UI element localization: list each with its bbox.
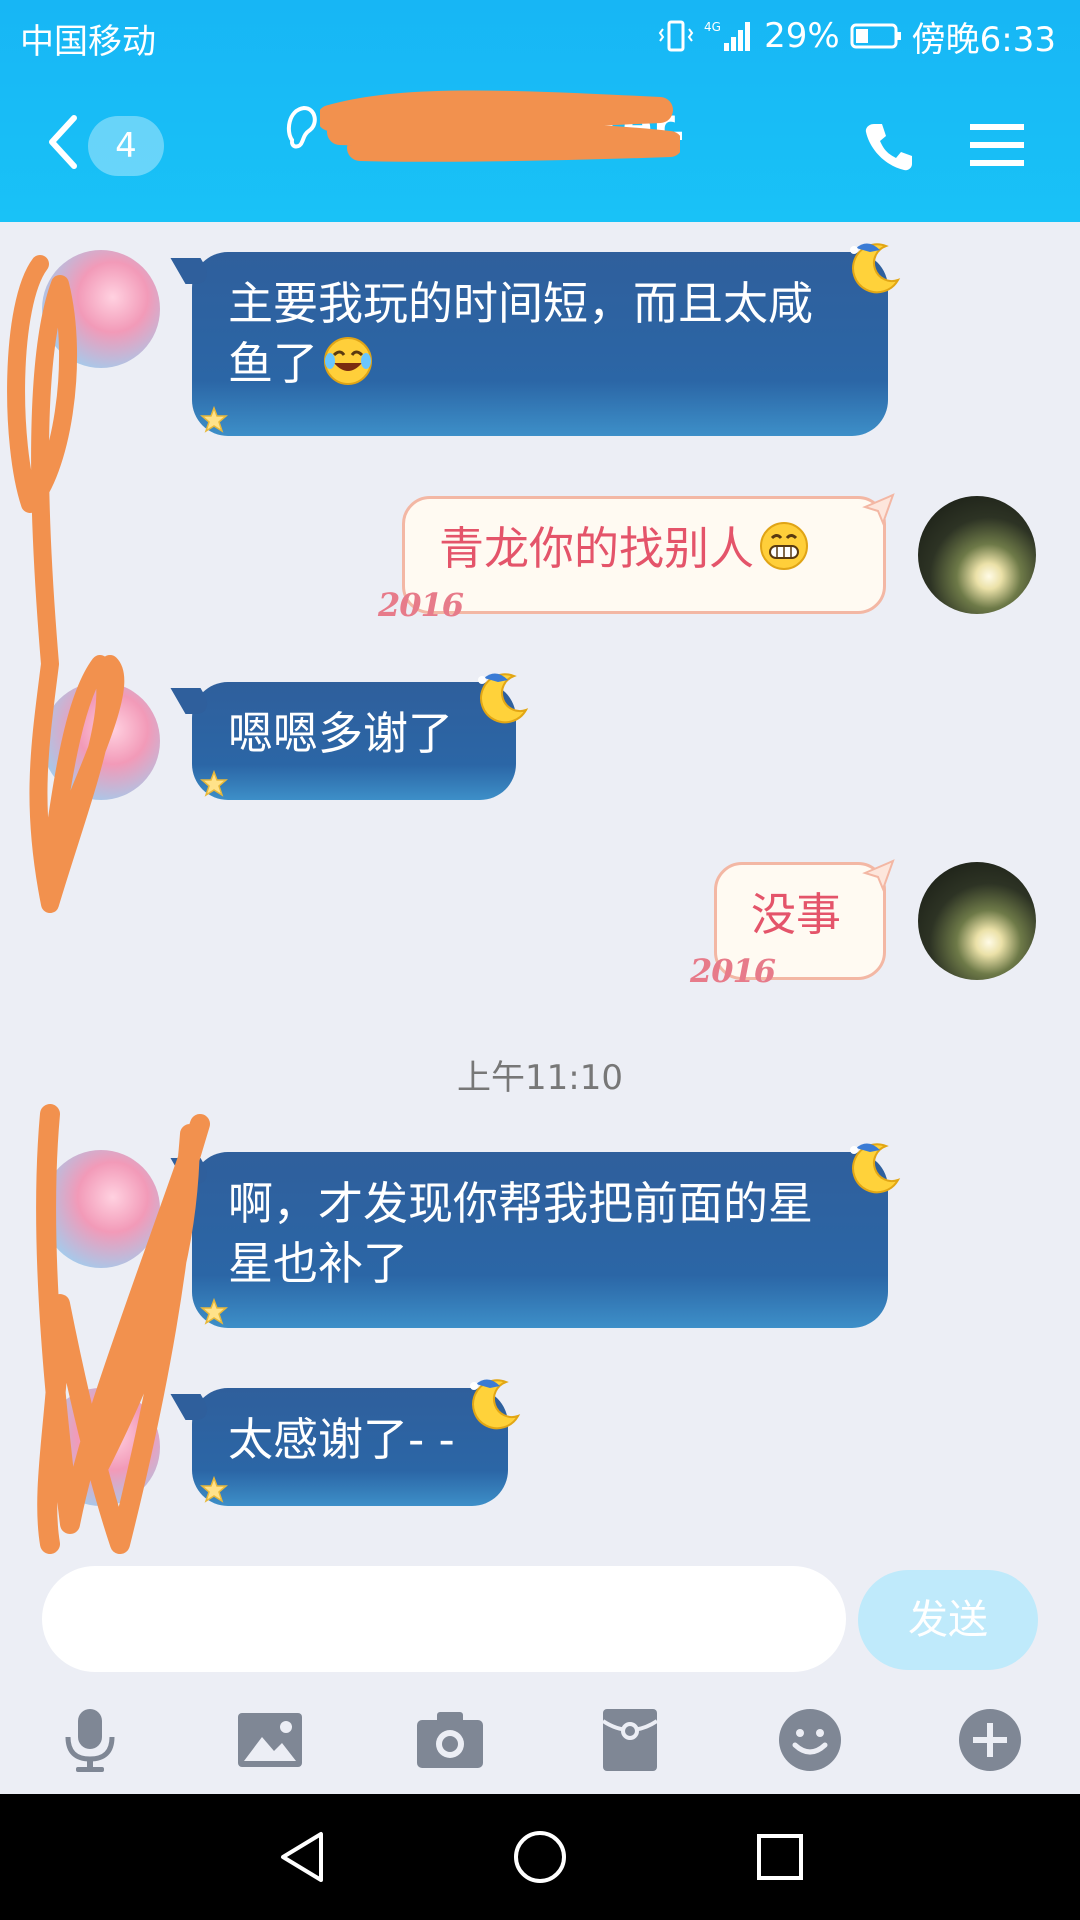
year-2016-decoration: 2016 <box>690 952 776 990</box>
star-decoration-icon <box>200 406 228 433</box>
clock: 傍晚6:33 <box>911 19 1056 60</box>
red-packet-icon[interactable] <box>580 1690 680 1790</box>
battery-percent: 29% <box>764 16 840 56</box>
message-bubble-incoming[interactable]: 主要我玩的时间短，而且太咸鱼了 <box>192 243 901 436</box>
unread-count-badge[interactable]: 4 <box>88 116 164 176</box>
message-bubble-outgoing[interactable]: 青龙你的找别人 <box>402 493 895 614</box>
signal-icon: 4G <box>704 19 754 53</box>
phone-call-icon[interactable] <box>862 120 916 174</box>
laughing-crying-emoji-icon <box>322 335 374 402</box>
earpiece-mode-icon[interactable] <box>282 102 322 152</box>
paper-plane-decoration-icon <box>862 859 895 892</box>
status-bar: 中国移动 4G 29% 傍晚6:33 <box>0 0 1080 76</box>
redaction-scribble <box>320 90 680 162</box>
menu-icon[interactable] <box>970 122 1024 168</box>
system-nav-bar <box>0 1794 1080 1920</box>
send-button[interactable]: 发送 <box>858 1570 1038 1670</box>
moon-decoration-icon <box>478 673 529 724</box>
recents-square-icon[interactable] <box>740 1822 820 1892</box>
message-text: 啊，才发现你帮我把前面的星星也补了 <box>228 1177 814 1290</box>
message-bubble-incoming[interactable]: 太感谢了- - <box>192 1379 521 1506</box>
message-text: 主要我玩的时间短，而且太咸鱼了 <box>228 277 814 390</box>
chat-header: 中国移动 4G 29% 傍晚6:33 4 writer. <box>0 0 1080 222</box>
vibrate-icon <box>658 19 694 53</box>
message-text: 青龙你的找别人 <box>439 522 755 575</box>
moon-decoration-icon <box>850 243 901 294</box>
redaction-scribble <box>7 255 125 913</box>
camera-icon[interactable] <box>400 1690 500 1790</box>
home-circle-icon[interactable] <box>500 1822 580 1892</box>
moon-decoration-icon <box>850 1143 901 1194</box>
my-avatar[interactable] <box>918 496 1036 614</box>
message-text: 没事 <box>751 888 842 941</box>
message-timestamp: 上午11:10 <box>457 1058 623 1098</box>
paper-plane-decoration-icon <box>862 493 895 526</box>
message-text: 太感谢了- - <box>228 1413 455 1466</box>
image-icon[interactable] <box>220 1690 320 1790</box>
message-bubble-incoming[interactable]: 啊，才发现你帮我把前面的星星也补了 <box>192 1143 901 1328</box>
plus-icon[interactable] <box>940 1690 1040 1790</box>
emoji-icon[interactable] <box>760 1690 860 1790</box>
my-avatar[interactable] <box>918 862 1036 980</box>
composer-toolbar <box>0 1690 1080 1790</box>
chevron-left-icon <box>49 115 77 169</box>
battery-icon <box>850 22 902 50</box>
microphone-icon[interactable] <box>40 1690 140 1790</box>
grinning-emoji-icon <box>758 520 810 587</box>
moon-decoration-icon <box>470 1379 521 1430</box>
carrier-label: 中国移动 <box>20 22 156 62</box>
message-text: 嗯嗯多谢了 <box>228 707 454 760</box>
svg-text:4G: 4G <box>704 20 721 34</box>
year-2016-decoration: 2016 <box>378 586 464 624</box>
message-input[interactable] <box>42 1566 846 1672</box>
message-bubble-incoming[interactable]: 嗯嗯多谢了 <box>192 673 529 800</box>
redaction-scribble <box>36 1104 210 1554</box>
back-triangle-icon[interactable] <box>262 1822 342 1892</box>
star-decoration-icon <box>200 770 228 797</box>
